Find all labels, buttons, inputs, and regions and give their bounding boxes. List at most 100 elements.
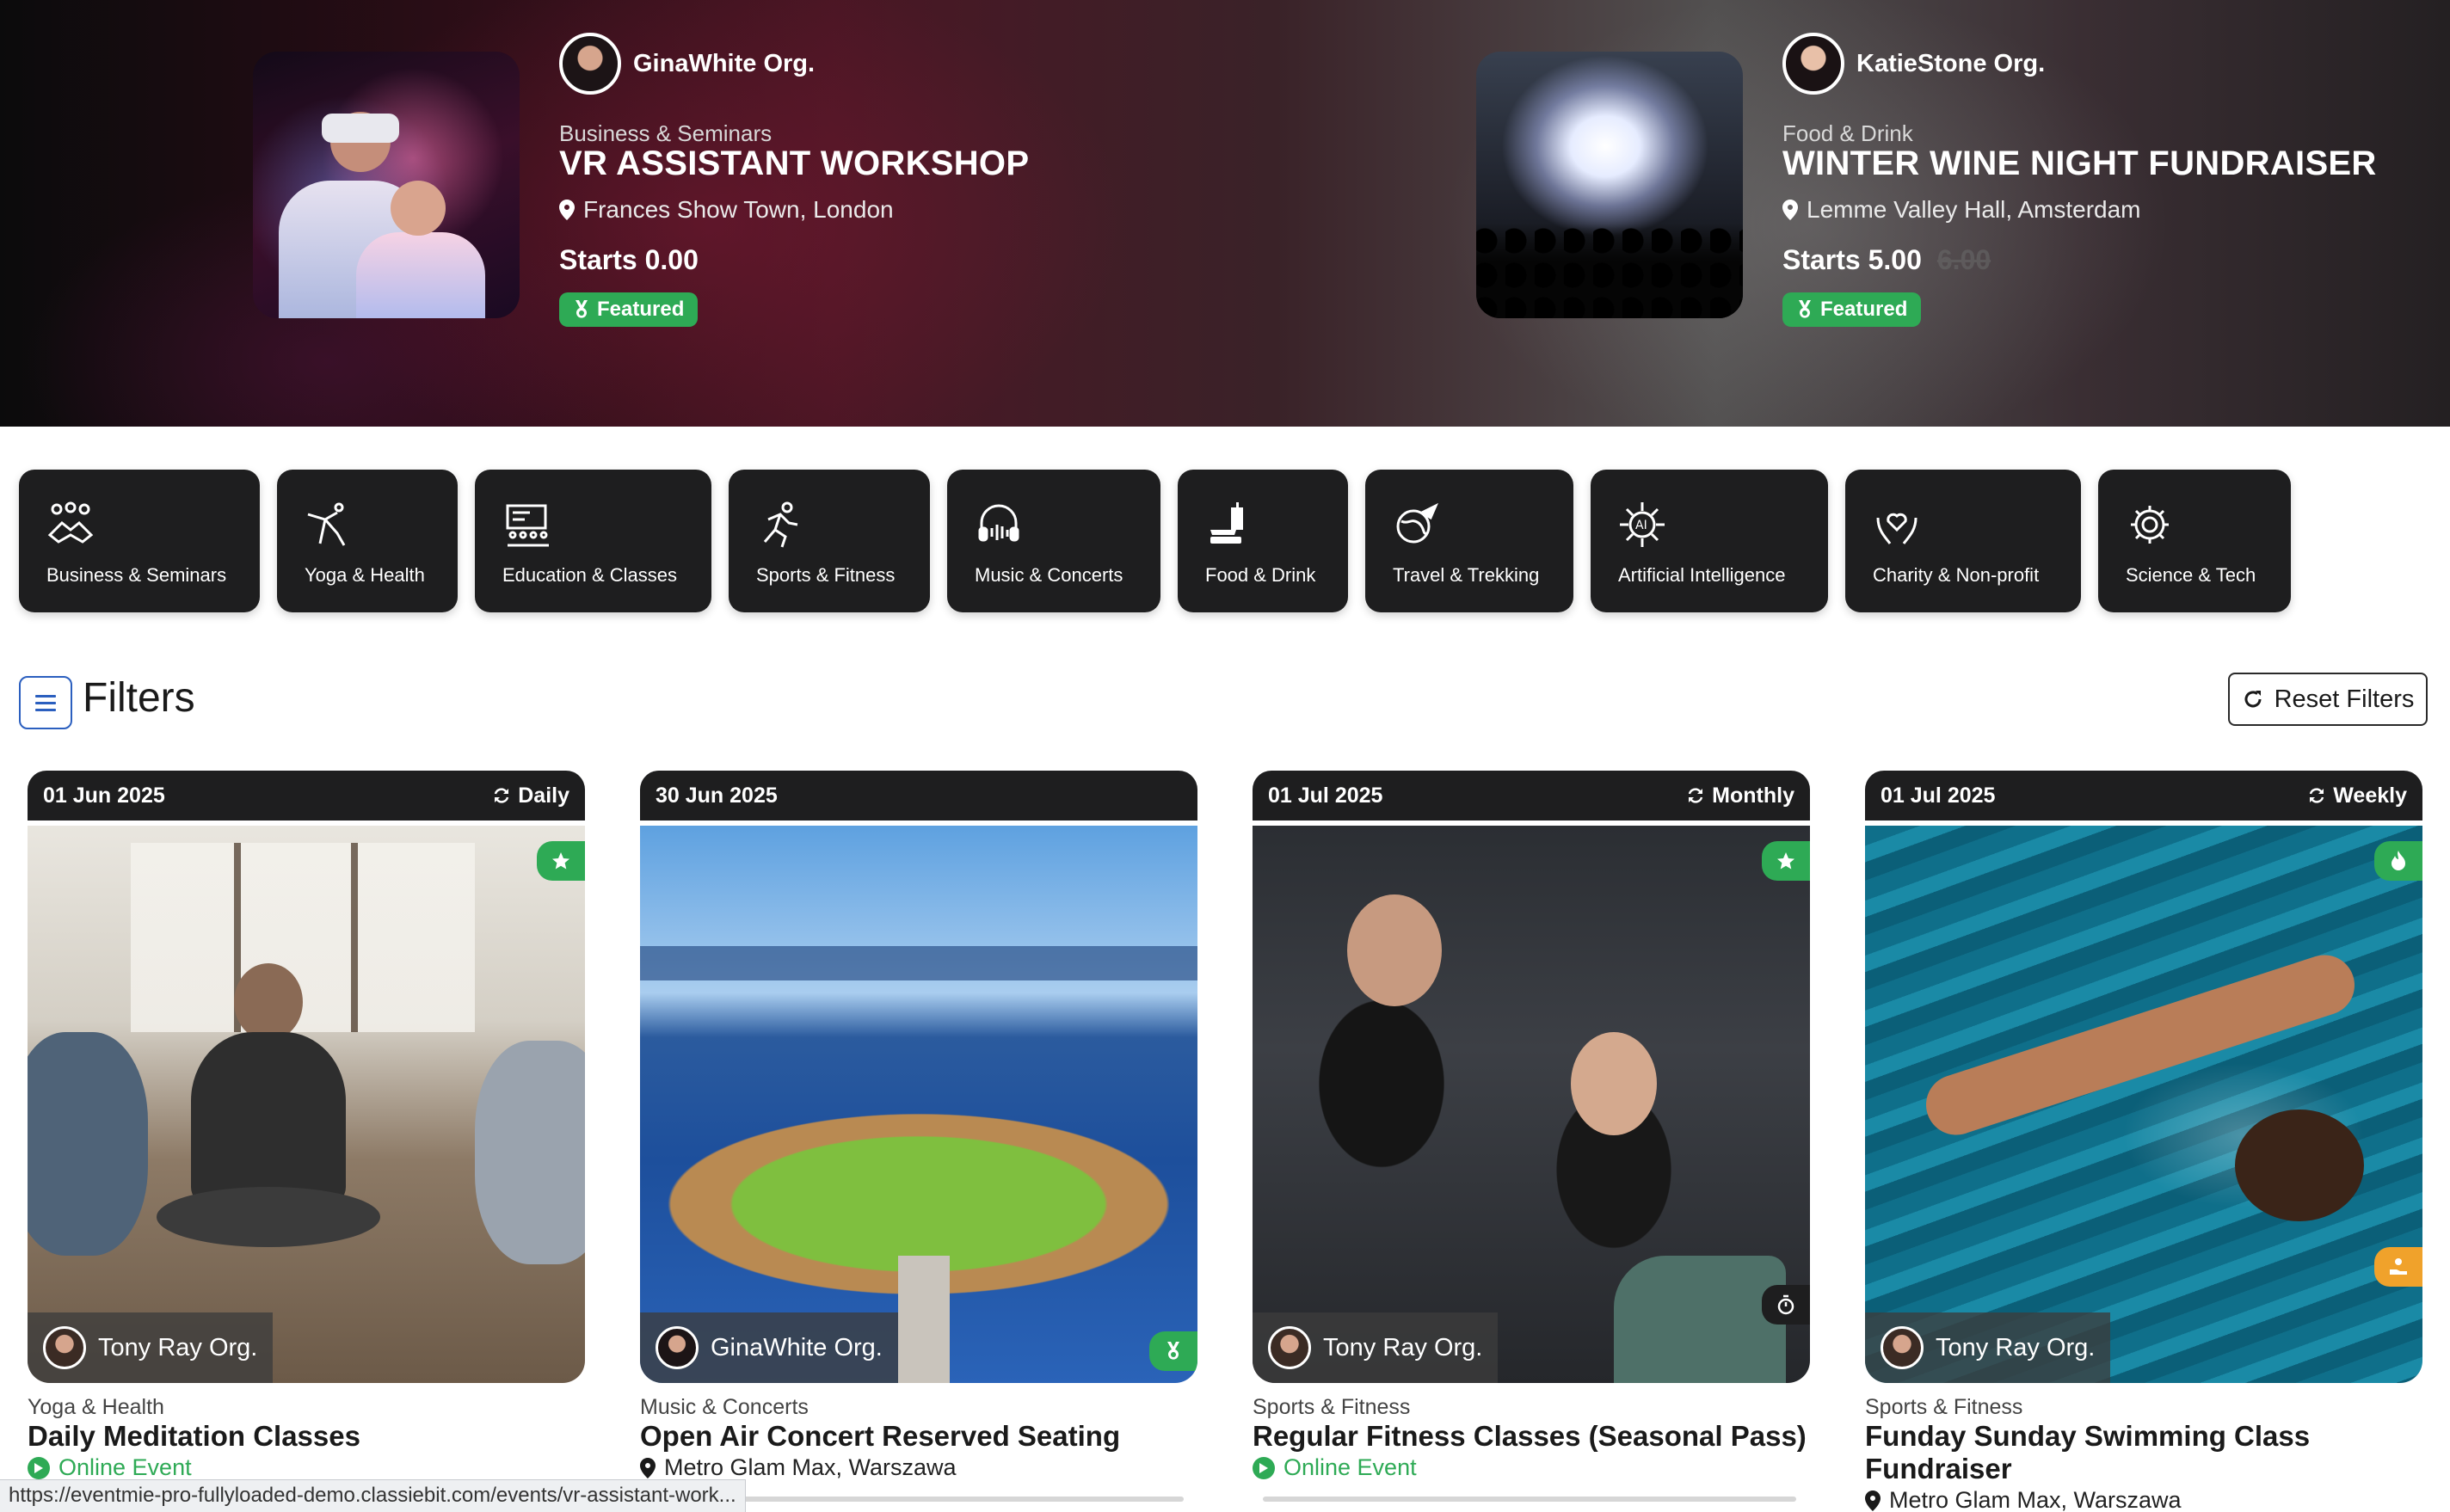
organizer-name[interactable]: GinaWhite Org.	[633, 50, 815, 78]
event-price: Starts 0.00	[559, 244, 699, 276]
organizer-chip[interactable]: Tony Ray Org.	[1865, 1312, 2111, 1383]
medal-icon	[1799, 300, 1811, 318]
repeat-indicator: Monthly	[1686, 784, 1794, 808]
category-food-drink[interactable]: Food & Drink	[1178, 470, 1348, 612]
event-image[interactable]: Tony Ray Org.	[1865, 826, 2422, 1383]
organizer-chip[interactable]: Tony Ray Org.	[28, 1312, 274, 1383]
event-date: 01 Jul 2025	[1268, 783, 1383, 808]
featured-badge	[1149, 1331, 1197, 1371]
event-title[interactable]: Daily Meditation Classes	[28, 1420, 585, 1453]
organizer-name[interactable]: KatieStone Org.	[1856, 50, 2045, 78]
event-category: Yoga & Health	[28, 1395, 164, 1419]
event-price: Starts 5.00 6.00	[1782, 244, 1991, 276]
organizer-name[interactable]: Tony Ray Org.	[1936, 1334, 2095, 1362]
avatar	[656, 1326, 699, 1369]
event-title[interactable]: Regular Fitness Classes (Seasonal Pass)	[1253, 1420, 1810, 1453]
handshake-icon	[47, 501, 94, 544]
price-text: Starts 0.00	[559, 244, 699, 275]
reset-filters-label: Reset Filters	[2274, 685, 2415, 713]
event-title[interactable]: VR ASSISTANT WORKSHOP	[559, 144, 1029, 183]
category-charity-nonprofit[interactable]: Charity & Non-profit	[1845, 470, 2081, 612]
category-label: Yoga & Health	[305, 564, 425, 586]
featured-badge: Featured	[559, 292, 699, 327]
category-music-concerts[interactable]: Music & Concerts	[947, 470, 1160, 612]
hero-event-image[interactable]	[1476, 52, 1743, 318]
featured-badge: Featured	[1782, 292, 1922, 327]
event-category: Music & Concerts	[640, 1395, 809, 1419]
hero-event-wine-night[interactable]: KatieStone Org. Food & Drink WINTER WINE…	[1476, 0, 2422, 427]
event-card[interactable]: 01 Jul 2025 Weekly Tony Ray Org. Sports …	[1865, 771, 2422, 1512]
map-pin-icon	[559, 200, 575, 220]
medal-icon	[576, 300, 588, 318]
event-card-header: 01 Jul 2025 Weekly	[1865, 771, 2422, 821]
featured-label: Featured	[1820, 298, 1908, 321]
avatar	[1268, 1326, 1311, 1369]
star-icon	[552, 852, 569, 870]
event-category: Business & Seminars	[559, 120, 773, 146]
globe-plane-icon	[1396, 502, 1438, 544]
event-title[interactable]: WINTER WINE NIGHT FUNDRAISER	[1782, 144, 2377, 183]
location-text: Online Event	[1283, 1454, 1417, 1480]
organizer-name[interactable]: Tony Ray Org.	[98, 1334, 257, 1362]
play-icon	[28, 1456, 50, 1479]
category-label: Charity & Non-profit	[1873, 564, 2040, 586]
category-artificial-intelligence[interactable]: AI Artificial Intelligence	[1591, 470, 1828, 612]
price-text: Starts 5.00	[1782, 244, 1922, 275]
event-card[interactable]: 01 Jul 2025 Monthly Tony Ray Org. Sports…	[1253, 771, 1810, 1481]
refresh-icon	[2244, 691, 2262, 708]
avatar	[43, 1326, 86, 1369]
yoga-icon	[307, 502, 346, 546]
old-price: 6.00	[1936, 244, 1991, 275]
category-travel-trekking[interactable]: Travel & Trekking	[1365, 470, 1573, 612]
featured-label: Featured	[597, 298, 685, 321]
organizer-name[interactable]: Tony Ray Org.	[1323, 1334, 1482, 1362]
organizer-name[interactable]: GinaWhite Org.	[711, 1334, 883, 1362]
donation-badge	[2374, 1247, 2422, 1287]
event-card[interactable]: 01 Jun 2025 Daily Tony Ray Org. Yoga & H…	[28, 771, 585, 1481]
headphones-icon	[978, 504, 1019, 542]
event-card-header: 30 Jun 2025	[640, 771, 1197, 821]
category-business-seminars[interactable]: Business & Seminars	[19, 470, 260, 612]
location-text: Metro Glam Max, Warszawa	[1889, 1487, 2182, 1512]
event-card[interactable]: 30 Jun 2025 GinaWhite Org. Music & Conce…	[640, 771, 1197, 1481]
runner-icon	[763, 501, 798, 548]
category-yoga-health[interactable]: Yoga & Health	[277, 470, 458, 612]
category-sports-fitness[interactable]: Sports & Fitness	[729, 470, 930, 612]
event-category: Food & Drink	[1782, 120, 1913, 146]
organizer-chip[interactable]: GinaWhite Org.	[640, 1312, 898, 1383]
filter-toggle-button[interactable]	[19, 676, 72, 729]
organizer-chip[interactable]: Tony Ray Org.	[1253, 1312, 1499, 1383]
hero-event-image[interactable]	[253, 52, 520, 318]
event-image[interactable]: Tony Ray Org.	[1253, 826, 1810, 1383]
hero-event-vr-workshop[interactable]: GinaWhite Org. Business & Seminars VR AS…	[253, 0, 1113, 427]
timer-badge	[1762, 1285, 1810, 1325]
category-label: Education & Classes	[502, 564, 677, 586]
category-education-classes[interactable]: Education & Classes	[475, 470, 711, 612]
featured-events-hero: GinaWhite Org. Business & Seminars VR AS…	[0, 0, 2450, 427]
menu-icon	[35, 695, 56, 711]
reset-filters-button[interactable]: Reset Filters	[2228, 673, 2428, 726]
event-location: Online Event	[1253, 1454, 1810, 1481]
event-image[interactable]: Tony Ray Org.	[28, 826, 585, 1383]
classroom-icon	[506, 504, 549, 547]
event-title[interactable]: Open Air Concert Reserved Seating	[640, 1420, 1197, 1453]
event-image[interactable]: GinaWhite Org.	[640, 826, 1197, 1383]
event-date: 30 Jun 2025	[656, 783, 778, 808]
ai-chip-icon: AI	[1620, 502, 1665, 547]
hero-organizer[interactable]: GinaWhite Org.	[559, 33, 815, 95]
event-card-header: 01 Jun 2025 Daily	[28, 771, 585, 821]
event-card-header: 01 Jul 2025 Monthly	[1253, 771, 1810, 821]
category-science-tech[interactable]: Science & Tech	[2098, 470, 2291, 612]
event-category: Sports & Fitness	[1865, 1395, 2023, 1419]
hero-organizer[interactable]: KatieStone Org.	[1782, 33, 2045, 95]
map-pin-icon	[1865, 1490, 1881, 1511]
avatar	[559, 33, 621, 95]
featured-star-badge	[537, 841, 585, 881]
flame-icon	[2392, 851, 2405, 870]
repeat-indicator: Weekly	[2307, 784, 2407, 808]
event-title[interactable]: Funday Sunday Swimming Class Fundraiser	[1865, 1420, 2347, 1485]
category-label: Music & Concerts	[975, 564, 1123, 586]
repeat-icon	[495, 788, 509, 803]
repeat-indicator: Daily	[492, 784, 569, 808]
venue-text: Frances Show Town, London	[583, 196, 894, 223]
